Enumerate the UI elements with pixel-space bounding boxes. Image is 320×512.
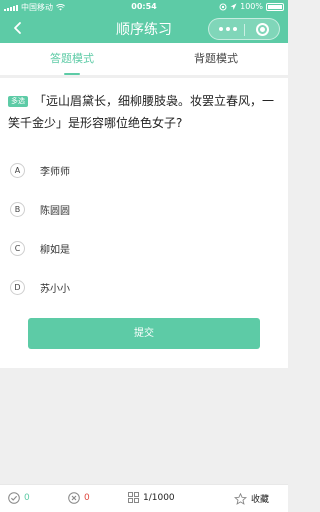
question-type-badge: 多选: [8, 96, 28, 107]
check-circle-icon: [8, 492, 20, 504]
favorite-button[interactable]: 收藏: [234, 492, 269, 505]
option-key: A: [10, 162, 25, 178]
tab-memorize-mode[interactable]: 背题模式: [144, 43, 288, 75]
option-text: 苏小小: [40, 283, 70, 295]
option-key: D: [10, 279, 25, 295]
question-card: 多选 「远山眉黛长，细柳腰肢袅。妆罢立春风，一笑千金少」是形容哪位绝色女子? A …: [0, 78, 288, 368]
nav-bar: 顺序练习: [0, 14, 288, 43]
correct-counter[interactable]: 0: [8, 492, 30, 504]
miniprogram-capsule: [208, 18, 280, 40]
status-bar: 中国移动 00:54 100%: [0, 0, 288, 14]
option-key: C: [10, 240, 25, 256]
submit-button[interactable]: 提交: [28, 318, 260, 349]
question-text: 「远山眉黛长，细柳腰肢袅。妆罢立春风，一笑千金少」是形容哪位绝色女子?: [8, 94, 275, 130]
lock-rotation-icon: [219, 3, 227, 10]
correct-count: 0: [24, 493, 30, 503]
tab-answer-mode[interactable]: 答题模式: [0, 43, 144, 75]
progress-indicator[interactable]: 1/1000: [128, 492, 175, 503]
option-key: B: [10, 201, 25, 217]
bottom-bar: 0 0 1/1000 收藏: [0, 484, 288, 512]
tab-answer-mode-label: 答题模式: [50, 52, 94, 65]
grid-icon: [128, 492, 139, 503]
option-c[interactable]: C 柳如是: [10, 238, 270, 258]
capsule-divider: [244, 24, 245, 36]
question: 多选 「远山眉黛长，细柳腰肢袅。妆罢立春风，一笑千金少」是形容哪位绝色女子?: [8, 90, 280, 134]
favorite-label: 收藏: [251, 495, 270, 505]
battery-label: 100%: [240, 2, 263, 11]
wrong-count: 0: [84, 493, 90, 503]
active-tab-indicator: [64, 73, 80, 75]
option-text: 柳如是: [40, 244, 70, 256]
progress-text: 1/1000: [143, 492, 175, 503]
option-text: 李师师: [40, 166, 70, 178]
status-right: 100%: [219, 2, 284, 11]
option-a[interactable]: A 李师师: [10, 160, 270, 180]
option-text: 陈圆圆: [40, 205, 70, 217]
option-b[interactable]: B 陈圆圆: [10, 199, 270, 219]
battery-icon: [266, 2, 284, 11]
star-icon: [234, 492, 247, 505]
tab-memorize-mode-label: 背题模式: [194, 52, 238, 65]
close-miniprogram-icon[interactable]: [256, 23, 269, 36]
wrong-counter[interactable]: 0: [68, 492, 90, 504]
x-circle-icon: [68, 492, 80, 504]
more-menu-icon[interactable]: [219, 27, 237, 31]
mode-tabs: 答题模式 背题模式: [0, 43, 288, 75]
option-d[interactable]: D 苏小小: [10, 277, 270, 297]
location-icon: [230, 3, 237, 10]
